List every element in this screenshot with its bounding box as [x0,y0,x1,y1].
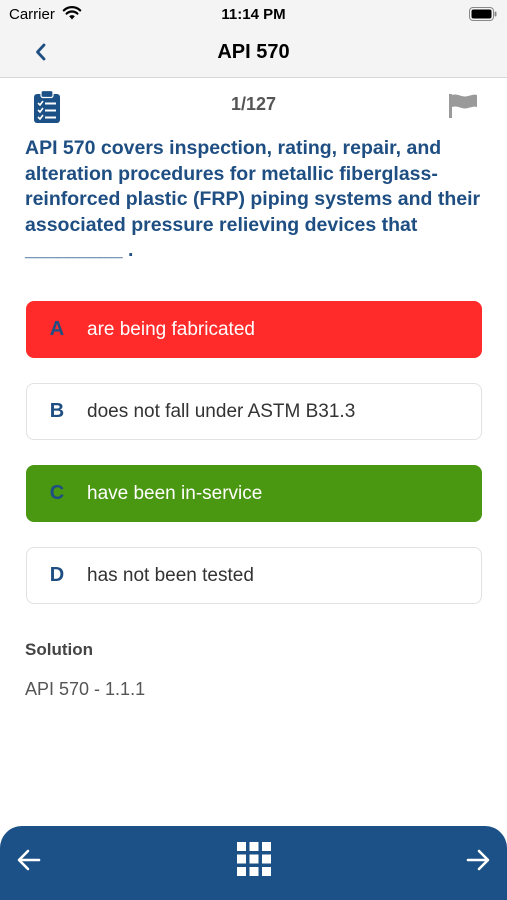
option-c[interactable]: C have been in-service [26,465,482,522]
bottom-toolbar [0,826,507,900]
page-title: API 570 [217,41,290,63]
option-a[interactable]: A are being fabricated [26,301,482,358]
arrow-right-icon[interactable] [464,846,492,874]
option-letter: A [49,318,65,340]
flag-icon[interactable] [448,93,478,119]
question-counter: 1/127 [230,94,277,114]
option-b[interactable]: B does not fall under ASTM B31.3 [26,383,482,440]
grid-icon[interactable] [236,841,272,877]
option-letter: C [49,482,65,504]
solution-label: Solution [25,640,93,659]
option-letter: D [49,564,65,586]
option-text: are being fabricated [87,318,255,340]
nav-bar: API 570 [0,30,507,78]
option-d[interactable]: D has not been tested [26,547,482,604]
question-text: API 570 covers inspection, rating, repai… [25,137,481,261]
option-letter: B [49,400,65,422]
status-bar: Carrier 11:14 PM [0,0,507,30]
option-text: have been in-service [87,482,263,504]
option-text: has not been tested [87,564,254,586]
arrow-left-icon[interactable] [15,846,43,874]
solution-text: API 570 - 1.1.1 [25,679,146,699]
option-text: does not fall under ASTM B31.3 [87,400,356,422]
battery-icon [469,7,497,21]
status-time: 11:14 PM [221,6,286,23]
